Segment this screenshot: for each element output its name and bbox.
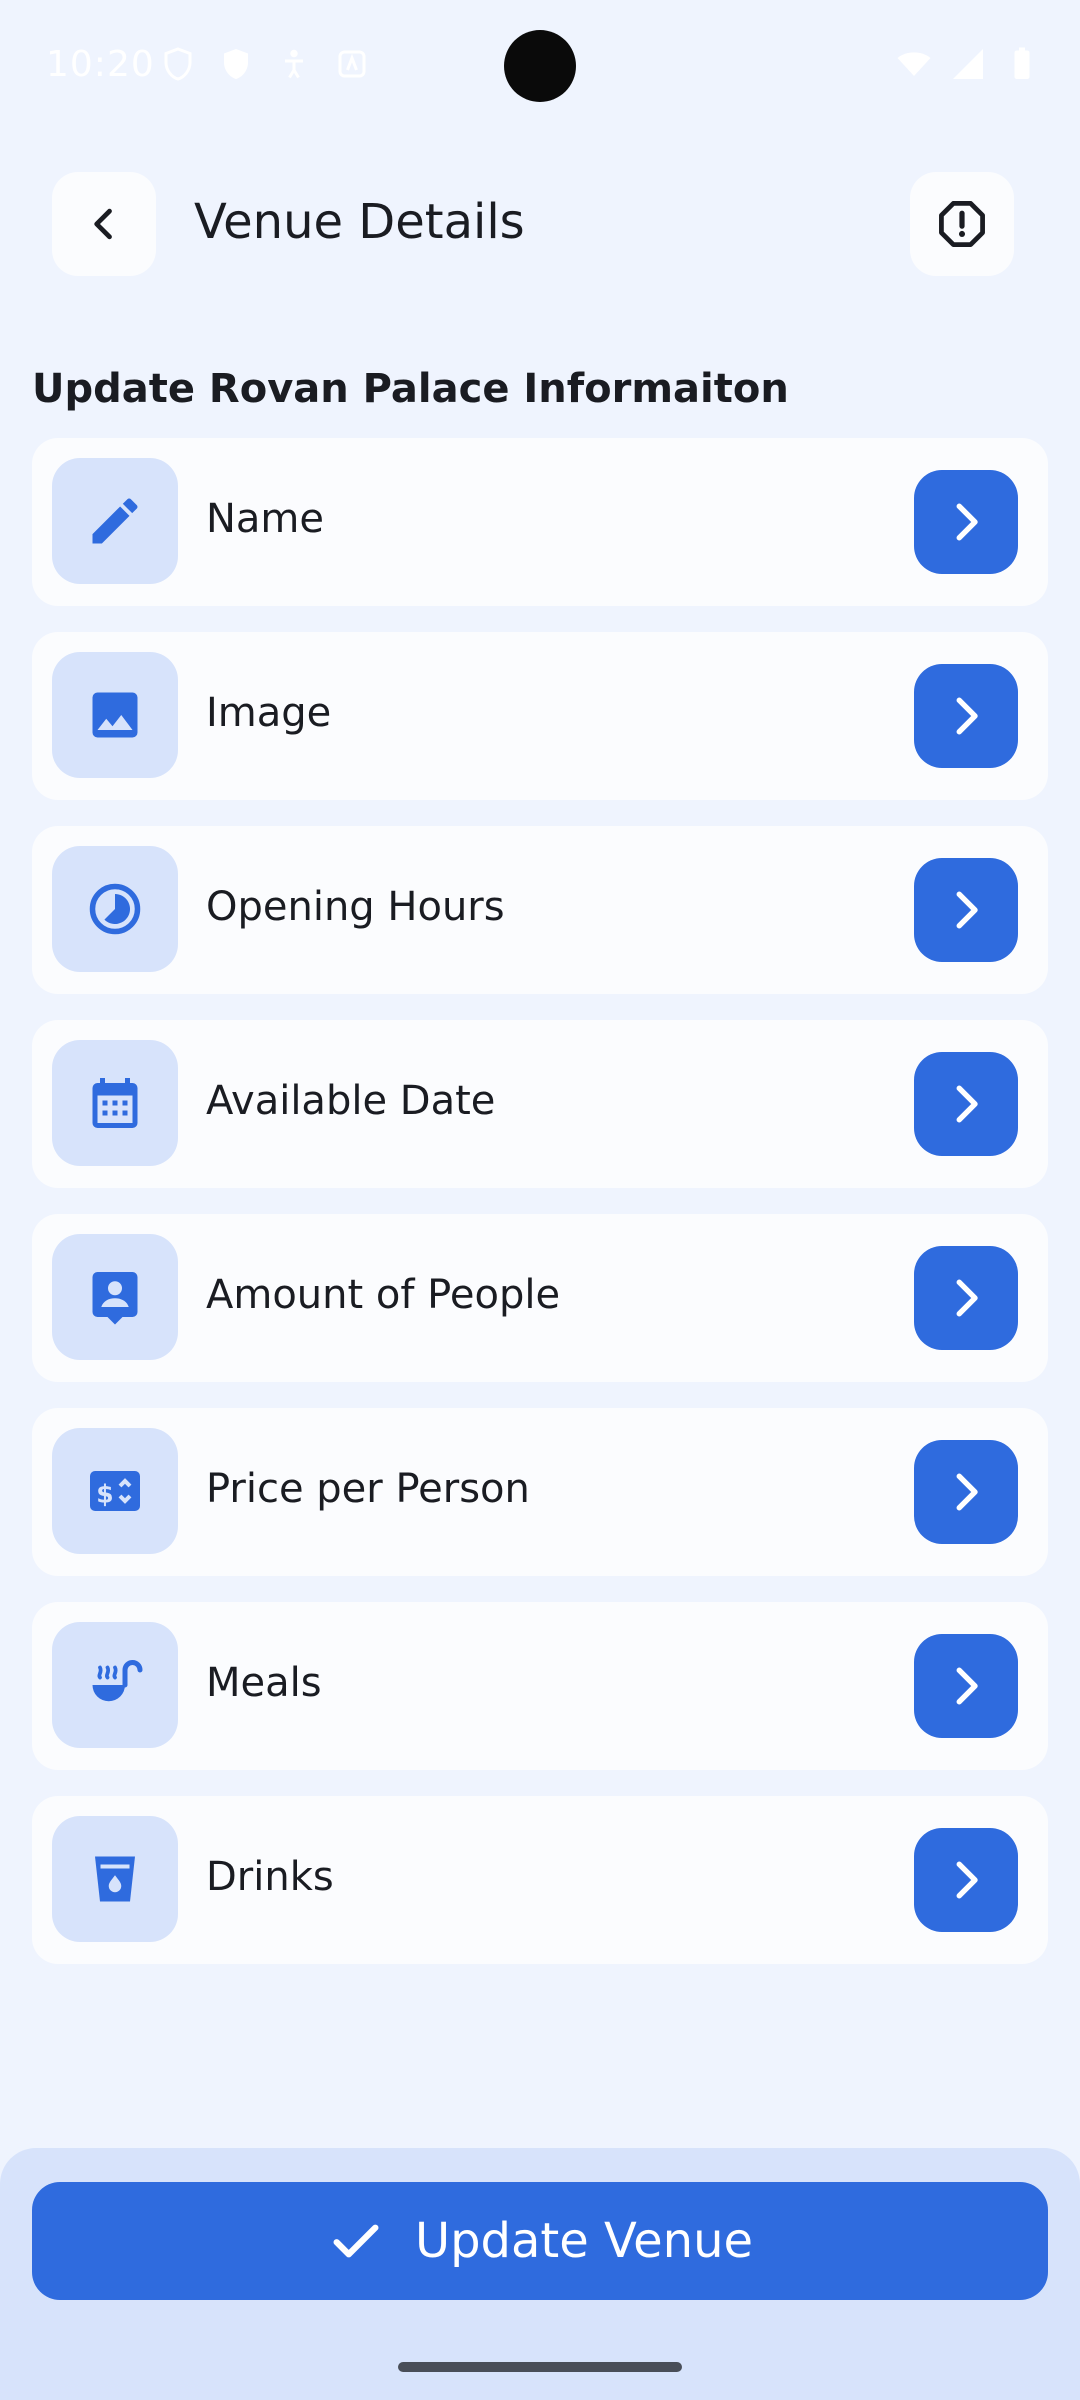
open-meals-button[interactable]: [914, 1634, 1018, 1738]
icon-tile: [52, 652, 178, 778]
option-row-drinks[interactable]: Drinks: [32, 1796, 1048, 1964]
chevron-right-icon: [956, 1861, 978, 1899]
android-icon: [338, 50, 366, 78]
open-available-date-button[interactable]: [914, 1052, 1018, 1156]
wifi-icon: [897, 52, 931, 76]
shield-check-icon: [224, 49, 248, 79]
option-row-amount-of-people[interactable]: Amount of People: [32, 1214, 1048, 1382]
cup-icon: [95, 1856, 135, 1902]
battery-icon: [1014, 47, 1030, 79]
camera-cutout: [504, 30, 576, 102]
home-indicator[interactable]: [398, 2362, 682, 2372]
person-badge-icon: [92, 1272, 138, 1325]
status-bar: 10:20: [0, 0, 1080, 132]
open-drinks-button[interactable]: [914, 1828, 1018, 1932]
option-label: Price per Person: [206, 1466, 530, 1512]
icon-tile: [52, 1234, 178, 1360]
option-label: Opening Hours: [206, 884, 505, 930]
icon-tile: [52, 1040, 178, 1166]
price-tag-icon: $: [90, 1471, 140, 1511]
chevron-right-icon: [956, 1473, 978, 1511]
alert-octagon-icon: [939, 201, 985, 247]
option-label: Available Date: [206, 1078, 496, 1124]
back-button[interactable]: [52, 172, 156, 276]
soup-bowl-icon: [92, 1660, 143, 1702]
option-row-price-per-person[interactable]: $ Price per Person: [32, 1408, 1048, 1576]
update-venue-button[interactable]: Update Venue: [32, 2182, 1048, 2300]
option-label: Meals: [206, 1660, 322, 1706]
option-row-meals[interactable]: Meals: [32, 1602, 1048, 1770]
accessibility-icon: [285, 49, 303, 79]
option-row-image[interactable]: Image: [32, 632, 1048, 800]
icon-tile: [52, 1622, 178, 1748]
open-name-button[interactable]: [914, 470, 1018, 574]
report-button[interactable]: [910, 172, 1014, 276]
shield-outline-icon: [164, 47, 192, 81]
status-time: 10:20: [46, 44, 155, 85]
chevron-right-icon: [956, 1279, 978, 1317]
chevron-left-icon: [94, 208, 112, 240]
chevron-right-icon: [956, 1085, 978, 1123]
clock-icon: [89, 883, 141, 935]
chevron-right-icon: [956, 503, 978, 541]
open-image-button[interactable]: [914, 664, 1018, 768]
option-row-available-date[interactable]: Available Date: [32, 1020, 1048, 1188]
update-venue-label: Update Venue: [414, 2213, 754, 2269]
open-amount-of-people-button[interactable]: [914, 1246, 1018, 1350]
status-notification-icons: [160, 46, 370, 82]
option-label: Drinks: [206, 1854, 334, 1900]
open-price-per-person-button[interactable]: [914, 1440, 1018, 1544]
option-row-name[interactable]: Name: [32, 438, 1048, 606]
pencil-icon: [92, 498, 138, 544]
chevron-right-icon: [956, 891, 978, 929]
option-label: Image: [206, 690, 332, 736]
chevron-right-icon: [956, 1667, 978, 1705]
check-icon: [333, 2224, 379, 2258]
status-system-icons: [896, 46, 1040, 82]
open-opening-hours-button[interactable]: [914, 858, 1018, 962]
top-app-bar: Venue Details: [0, 172, 1080, 276]
bottom-action-panel: Update Venue: [0, 2148, 1080, 2400]
svg-text:$: $: [96, 1479, 113, 1508]
option-row-opening-hours[interactable]: Opening Hours: [32, 826, 1048, 994]
icon-tile: [52, 1816, 178, 1942]
image-icon: [92, 692, 138, 738]
icon-tile: [52, 846, 178, 972]
signal-icon: [953, 49, 983, 79]
section-heading: Update Rovan Palace Informaiton: [32, 366, 789, 412]
venue-options-list: Name Image Opening Hours Available Date: [32, 438, 1048, 1990]
icon-tile: $: [52, 1428, 178, 1554]
page-title: Venue Details: [194, 194, 525, 250]
icon-tile: [52, 458, 178, 584]
calendar-icon: [92, 1078, 138, 1128]
chevron-right-icon: [956, 697, 978, 735]
option-label: Amount of People: [206, 1272, 561, 1318]
option-label: Name: [206, 496, 325, 542]
